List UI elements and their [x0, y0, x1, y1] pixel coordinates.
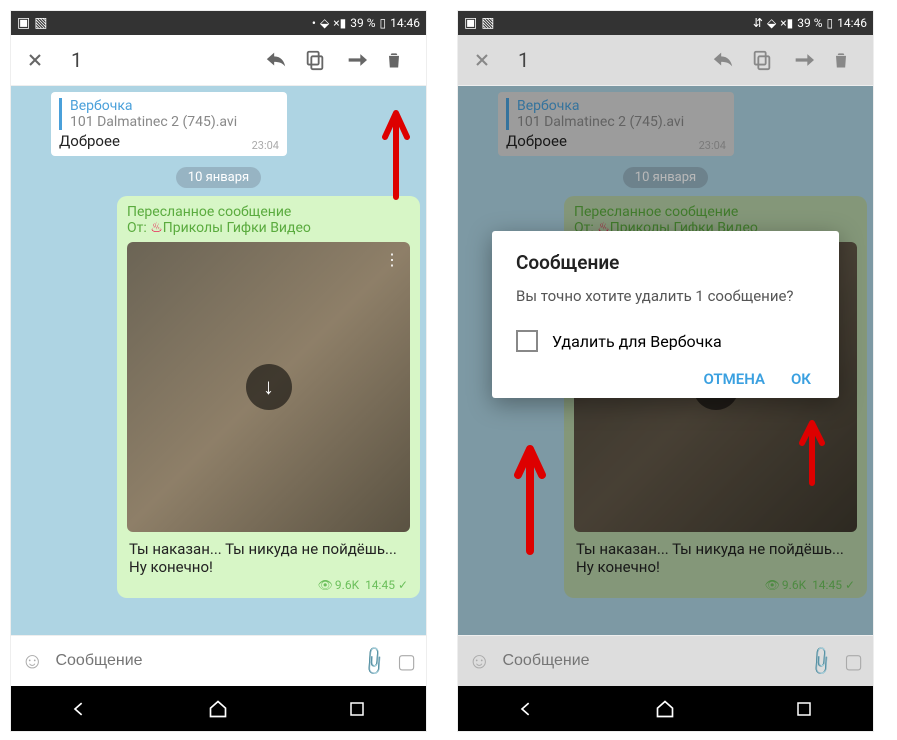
forwarded-from: От: ♨Приколы Гифки Видео	[127, 220, 410, 236]
dialog-title: Сообщение	[516, 251, 815, 274]
no-signal-icon: ×▮	[333, 16, 346, 30]
recent-nav-icon[interactable]	[785, 696, 823, 722]
attach-icon[interactable]: 📎	[804, 644, 839, 679]
battery-text: 39 %	[797, 16, 822, 30]
clock-text: 14:46	[837, 16, 867, 30]
compose-bar: ☺ 📎 ▢	[458, 635, 873, 686]
message-input[interactable]	[53, 651, 352, 671]
close-icon[interactable]	[25, 50, 53, 70]
home-nav-icon[interactable]	[199, 696, 237, 722]
screenshot-right: ▣ ▧ ⇵ ⬙ ×▮ 39 % ▯ 14:46 1 Вербочка 101 D…	[457, 10, 874, 732]
forward-icon[interactable]	[791, 50, 819, 70]
battery-icon: ▯	[380, 16, 387, 30]
selection-count: 1	[512, 48, 699, 72]
more-vert-icon[interactable]: ⋮	[384, 250, 400, 269]
selection-toolbar: 1	[458, 35, 873, 86]
reply-icon[interactable]	[264, 49, 292, 71]
checkbox-unchecked[interactable]	[516, 330, 538, 352]
home-nav-icon[interactable]	[646, 696, 684, 722]
message-bubble[interactable]: Пересланное сообщение От: ♨Приколы Гифки…	[117, 196, 420, 598]
download-button[interactable]: ↓	[246, 364, 292, 410]
dialog-text: Вы точно хотите удалить 1 сообщение?	[516, 286, 815, 306]
ok-button[interactable]: ОК	[791, 370, 811, 388]
battery-text: 39 %	[350, 16, 375, 30]
back-nav-icon[interactable]	[508, 696, 546, 722]
copy-icon[interactable]	[304, 49, 332, 71]
check-icon: ✓	[398, 578, 408, 592]
back-nav-icon[interactable]	[61, 696, 99, 722]
android-nav-bar	[11, 686, 426, 731]
delete-icon[interactable]	[831, 49, 859, 71]
chart-icon: ▧	[34, 15, 47, 31]
recent-nav-icon[interactable]	[338, 696, 376, 722]
camera-icon[interactable]: ▢	[397, 649, 416, 673]
delete-icon[interactable]	[384, 49, 412, 71]
android-nav-bar	[458, 686, 873, 731]
download-indicator-icon: ⇵	[753, 16, 763, 30]
eye-icon: 👁	[318, 578, 333, 592]
hotsprings-icon: ♨	[150, 220, 163, 236]
checkbox-label: Удалить для Вербочка	[552, 332, 722, 351]
selection-toolbar: 1	[11, 35, 426, 86]
close-icon[interactable]	[472, 50, 500, 70]
reply-text: Доброее	[59, 132, 279, 150]
dot-icon: •	[312, 16, 316, 30]
message-input[interactable]	[500, 651, 799, 671]
reply-sender: Вербочка	[70, 98, 279, 114]
message-caption: Ты наказан... Ты никуда не пойдёшь... Ну…	[129, 540, 408, 576]
wifi-icon: ⬙	[320, 16, 329, 30]
reply-filename: 101 Dalmatinec 2 (745).avi	[70, 114, 279, 130]
chart-icon: ▧	[481, 15, 494, 31]
annotation-arrow-ok	[788, 411, 838, 491]
annotation-arrow-checkbox	[500, 431, 560, 561]
picture-icon: ▣	[464, 15, 477, 31]
copy-icon[interactable]	[751, 49, 779, 71]
reply-time: 23:04	[252, 139, 279, 152]
wifi-icon: ⬙	[767, 16, 776, 30]
status-bar: ▣ ▧ • ⬙ ×▮ 39 % ▯ 14:46	[11, 11, 426, 35]
attach-icon[interactable]: 📎	[357, 644, 392, 679]
clock-text: 14:46	[390, 16, 420, 30]
picture-icon: ▣	[17, 15, 30, 31]
message-meta: 👁9.6K 14:45 ✓	[127, 578, 410, 594]
no-signal-icon: ×▮	[780, 16, 793, 30]
camera-icon[interactable]: ▢	[844, 649, 863, 673]
date-separator: 10 января	[17, 166, 420, 188]
status-bar: ▣ ▧ ⇵ ⬙ ×▮ 39 % ▯ 14:46	[458, 11, 873, 35]
battery-icon: ▯	[827, 16, 834, 30]
video-thumbnail[interactable]: ⋮ ↓	[127, 242, 410, 532]
selection-count: 1	[65, 48, 252, 72]
compose-bar: ☺ 📎 ▢	[11, 635, 426, 686]
cancel-button[interactable]: ОТМЕНА	[703, 370, 765, 388]
forward-icon[interactable]	[344, 50, 372, 70]
delete-for-user-row[interactable]: Удалить для Вербочка	[516, 330, 815, 352]
emoji-icon[interactable]: ☺	[468, 648, 490, 674]
emoji-icon[interactable]: ☺	[21, 648, 43, 674]
reply-icon[interactable]	[711, 49, 739, 71]
annotation-arrow-delete	[361, 97, 411, 207]
reply-preview[interactable]: Вербочка 101 Dalmatinec 2 (745).avi Добр…	[51, 92, 287, 156]
confirm-delete-dialog: Сообщение Вы точно хотите удалить 1 сооб…	[492, 231, 839, 398]
screenshot-left: ▣ ▧ • ⬙ ×▮ 39 % ▯ 14:46 1	[10, 10, 427, 732]
